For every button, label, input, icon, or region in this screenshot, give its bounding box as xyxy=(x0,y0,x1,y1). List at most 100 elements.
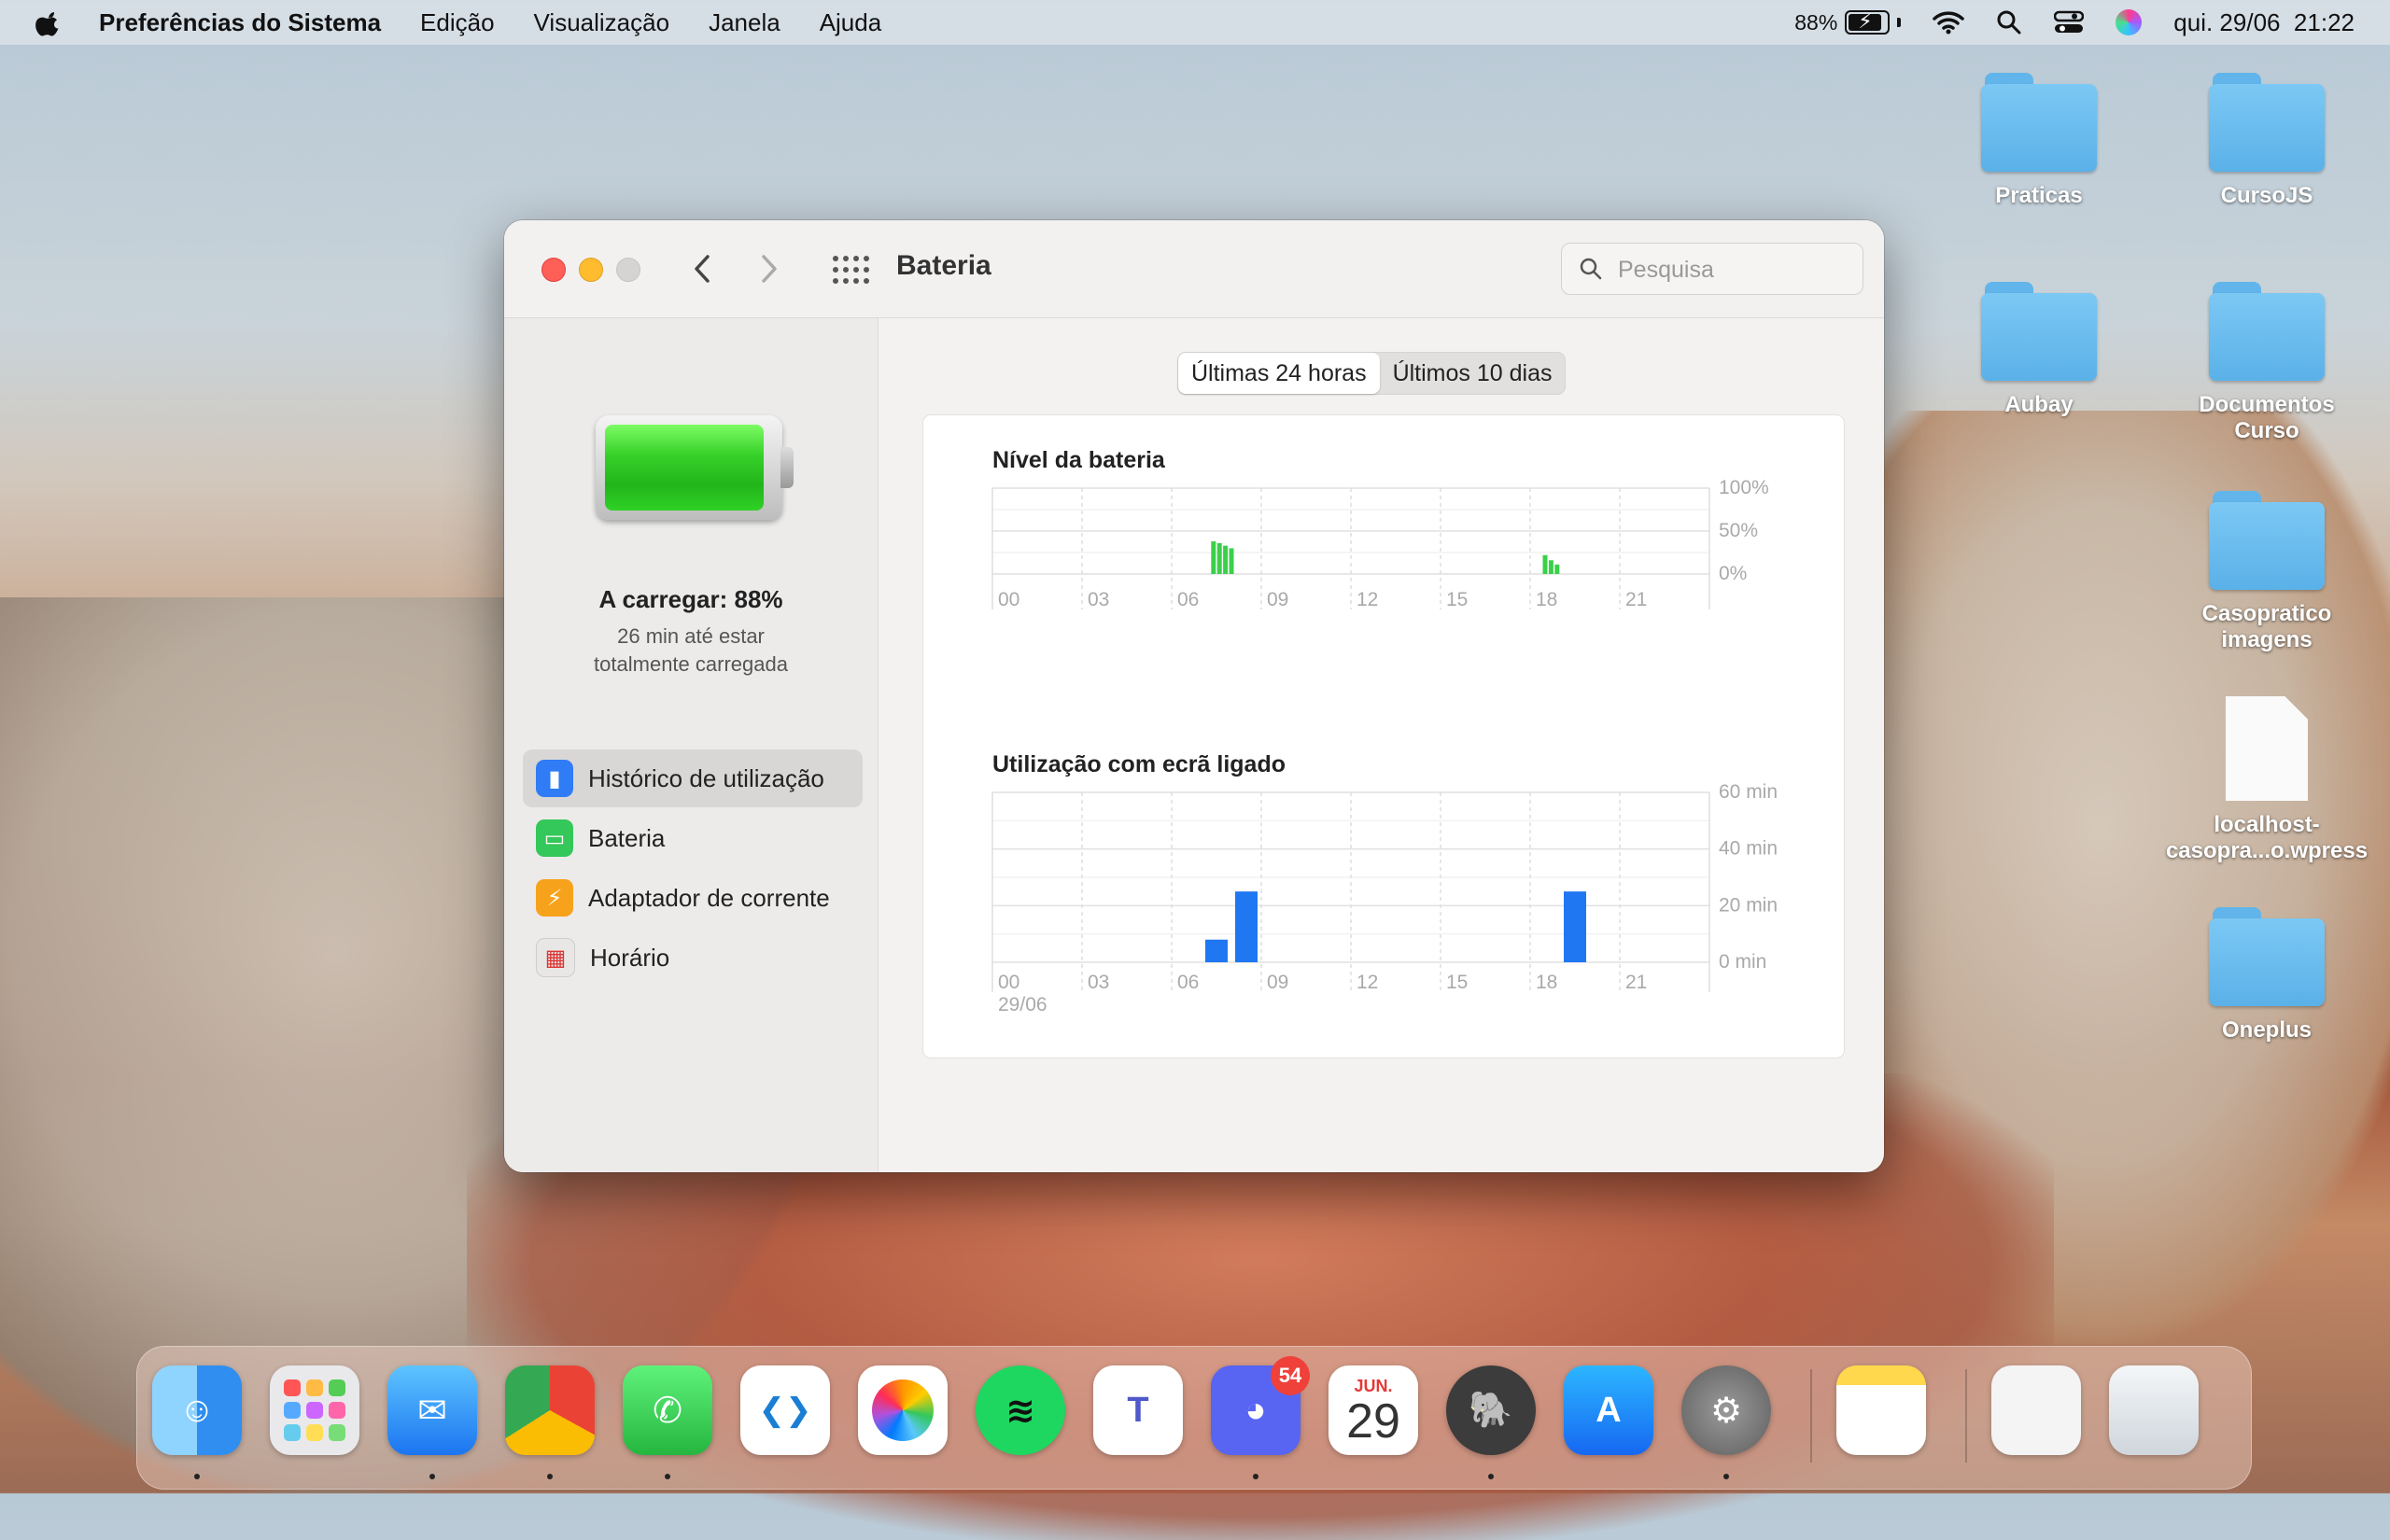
show-all-grid-icon[interactable] xyxy=(833,256,869,284)
folder-icon xyxy=(2209,73,2325,174)
sidebar-item-schedule[interactable]: ▦ Horário xyxy=(523,929,863,987)
back-icon[interactable] xyxy=(691,254,713,284)
menu-edicao[interactable]: Edição xyxy=(420,8,495,37)
desktop-folder[interactable]: Casopratico imagens xyxy=(2164,491,2369,653)
dock-trash-icon[interactable] xyxy=(2109,1365,2199,1455)
folder-icon xyxy=(2209,491,2325,592)
apple-icon[interactable] xyxy=(35,8,63,36)
dock-appstore-icon[interactable]: A xyxy=(1564,1365,1653,1455)
range-segmented-control: Últimas 24 horas Últimos 10 dias xyxy=(1177,352,1567,395)
dock-finder-icon[interactable]: ☺ xyxy=(152,1365,242,1455)
sidebar-item-label: Histórico de utilização xyxy=(588,763,824,792)
x-tick-label: 03 xyxy=(1088,972,1109,993)
desktop-folder[interactable]: CursoJS xyxy=(2164,73,2369,209)
search-icon xyxy=(1580,258,1602,280)
desktop-icon-label: localhost-casopra...o.wpress xyxy=(2165,812,2369,863)
battery-status[interactable]: 88% ⚡ xyxy=(1794,10,1902,35)
control-center-icon[interactable] xyxy=(2054,10,2085,35)
running-indicator xyxy=(1723,1474,1729,1479)
running-indicator xyxy=(1488,1474,1494,1479)
forward-icon[interactable] xyxy=(758,254,780,284)
menu-app-name[interactable]: Preferências do Sistema xyxy=(99,8,381,37)
dock-photos-icon[interactable] xyxy=(858,1365,948,1455)
notification-badge: 54 xyxy=(1271,1356,1310,1395)
x-tick-label: 21 xyxy=(1625,972,1647,993)
dock-teams-icon[interactable]: T xyxy=(1093,1365,1183,1455)
desktop-folder[interactable]: Documentos Curso xyxy=(2164,282,2369,444)
spotlight-search-icon[interactable] xyxy=(1996,9,2022,35)
sidebar-item-usage-history[interactable]: ▮ Histórico de utilização xyxy=(523,749,863,807)
x-tick-label: 00 xyxy=(998,972,1019,993)
date-label: 29/06 xyxy=(998,994,1047,1015)
dock-screenshot-icon[interactable] xyxy=(1991,1365,2081,1455)
dock-chrome-icon[interactable] xyxy=(505,1365,595,1455)
system-preferences-window: Bateria Pesquisa A carregar: 88% 26 min … xyxy=(504,220,1884,1172)
desktop-icon-label: Documentos Curso xyxy=(2199,392,2335,443)
sidebar-list: ▮ Histórico de utilização ▭ Bateria ⚡ Adaptad… xyxy=(523,749,863,988)
y-tick-label: 20 min xyxy=(1719,894,1778,916)
dock-spotify-icon[interactable]: ≋ xyxy=(976,1365,1065,1455)
dock-vscode-icon[interactable]: ❮❯ xyxy=(740,1365,830,1455)
dock-calendar-icon[interactable]: JUN. 29 xyxy=(1329,1365,1418,1455)
lightning-icon: ⚡ xyxy=(536,879,573,917)
document-icon xyxy=(2226,696,2308,801)
dock-separator xyxy=(1965,1369,1967,1463)
y-tick-label: 100% xyxy=(1719,477,1769,498)
x-tick-label: 18 xyxy=(1536,972,1557,993)
chart-bar xyxy=(1548,560,1554,574)
menu-visualizacao[interactable]: Visualização xyxy=(534,8,670,37)
desktop-folder[interactable]: Praticas xyxy=(1936,73,2142,209)
charging-status: A carregar: 88% xyxy=(598,585,783,613)
y-tick-label: 50% xyxy=(1719,520,1758,541)
bar-chart-icon: ▮ xyxy=(536,760,573,797)
chart-bar xyxy=(1216,542,1222,574)
desktop-icon-label: Praticas xyxy=(1995,183,2083,208)
menu-ajuda[interactable]: Ajuda xyxy=(820,8,882,37)
x-tick-label: 18 xyxy=(1536,589,1557,610)
close-button[interactable] xyxy=(541,258,566,282)
chart-bar xyxy=(1211,541,1216,574)
chart-bar xyxy=(1223,545,1229,574)
chart-bar xyxy=(1542,554,1548,574)
x-tick-label: 09 xyxy=(1267,589,1288,610)
dock-discord-icon[interactable]: ◕ 54 xyxy=(1211,1356,1310,1455)
dock-launchpad-icon[interactable] xyxy=(270,1365,359,1455)
menu-janela[interactable]: Janela xyxy=(709,8,780,37)
y-tick-label: 0 min xyxy=(1719,951,1766,973)
desktop-icon-label: Casopratico imagens xyxy=(2201,601,2332,652)
dock-separator xyxy=(1810,1369,1812,1463)
x-tick-label: 12 xyxy=(1357,589,1378,610)
sidebar-item-power-adapter[interactable]: ⚡ Adaptador de corrente xyxy=(523,869,863,927)
desktop-file[interactable]: localhost-casopra...o.wpress xyxy=(2164,696,2369,864)
chart-bar xyxy=(1564,891,1586,962)
desktop-folder[interactable]: Aubay xyxy=(1936,282,2142,418)
tab-last-10-days[interactable]: Últimos 10 dias xyxy=(1380,353,1566,394)
x-tick-label: 06 xyxy=(1177,972,1199,993)
dock-gear-icon[interactable]: ⚙ xyxy=(1681,1365,1771,1455)
running-indicator xyxy=(547,1474,553,1479)
tab-last-24-hours[interactable]: Últimas 24 horas xyxy=(1178,353,1380,394)
x-tick-label: 12 xyxy=(1357,972,1378,993)
wifi-icon[interactable] xyxy=(1933,10,1965,35)
sidebar-item-label: Horário xyxy=(590,943,670,972)
siri-icon[interactable] xyxy=(2116,9,2143,35)
dock-mail-icon[interactable]: ✉ xyxy=(387,1365,477,1455)
search-field[interactable]: Pesquisa xyxy=(1561,243,1863,295)
y-tick-label: 40 min xyxy=(1719,838,1778,860)
desktop-folder[interactable]: Oneplus xyxy=(2164,907,2369,1043)
folder-icon xyxy=(2209,907,2325,1008)
x-tick-label: 15 xyxy=(1446,589,1468,610)
dock-whatsapp-icon[interactable]: ✆ xyxy=(623,1365,712,1455)
sidebar-item-battery[interactable]: ▭ Bateria xyxy=(523,809,863,867)
battery-menu-icon: ⚡ xyxy=(1845,10,1891,35)
minimize-button[interactable] xyxy=(579,258,603,282)
x-tick-label: 15 xyxy=(1446,972,1468,993)
date-time[interactable]: qui. 29/06 21:22 xyxy=(2173,8,2355,37)
folder-icon xyxy=(1981,282,2097,383)
running-indicator xyxy=(194,1474,200,1479)
folder-icon xyxy=(1981,73,2097,174)
sidebar: A carregar: 88% 26 min até estar totalme… xyxy=(504,318,879,1172)
zoom-button[interactable] xyxy=(616,258,640,282)
dock-elephant-icon[interactable]: 🐘 xyxy=(1446,1365,1536,1455)
dock-notes-icon[interactable] xyxy=(1836,1365,1926,1455)
